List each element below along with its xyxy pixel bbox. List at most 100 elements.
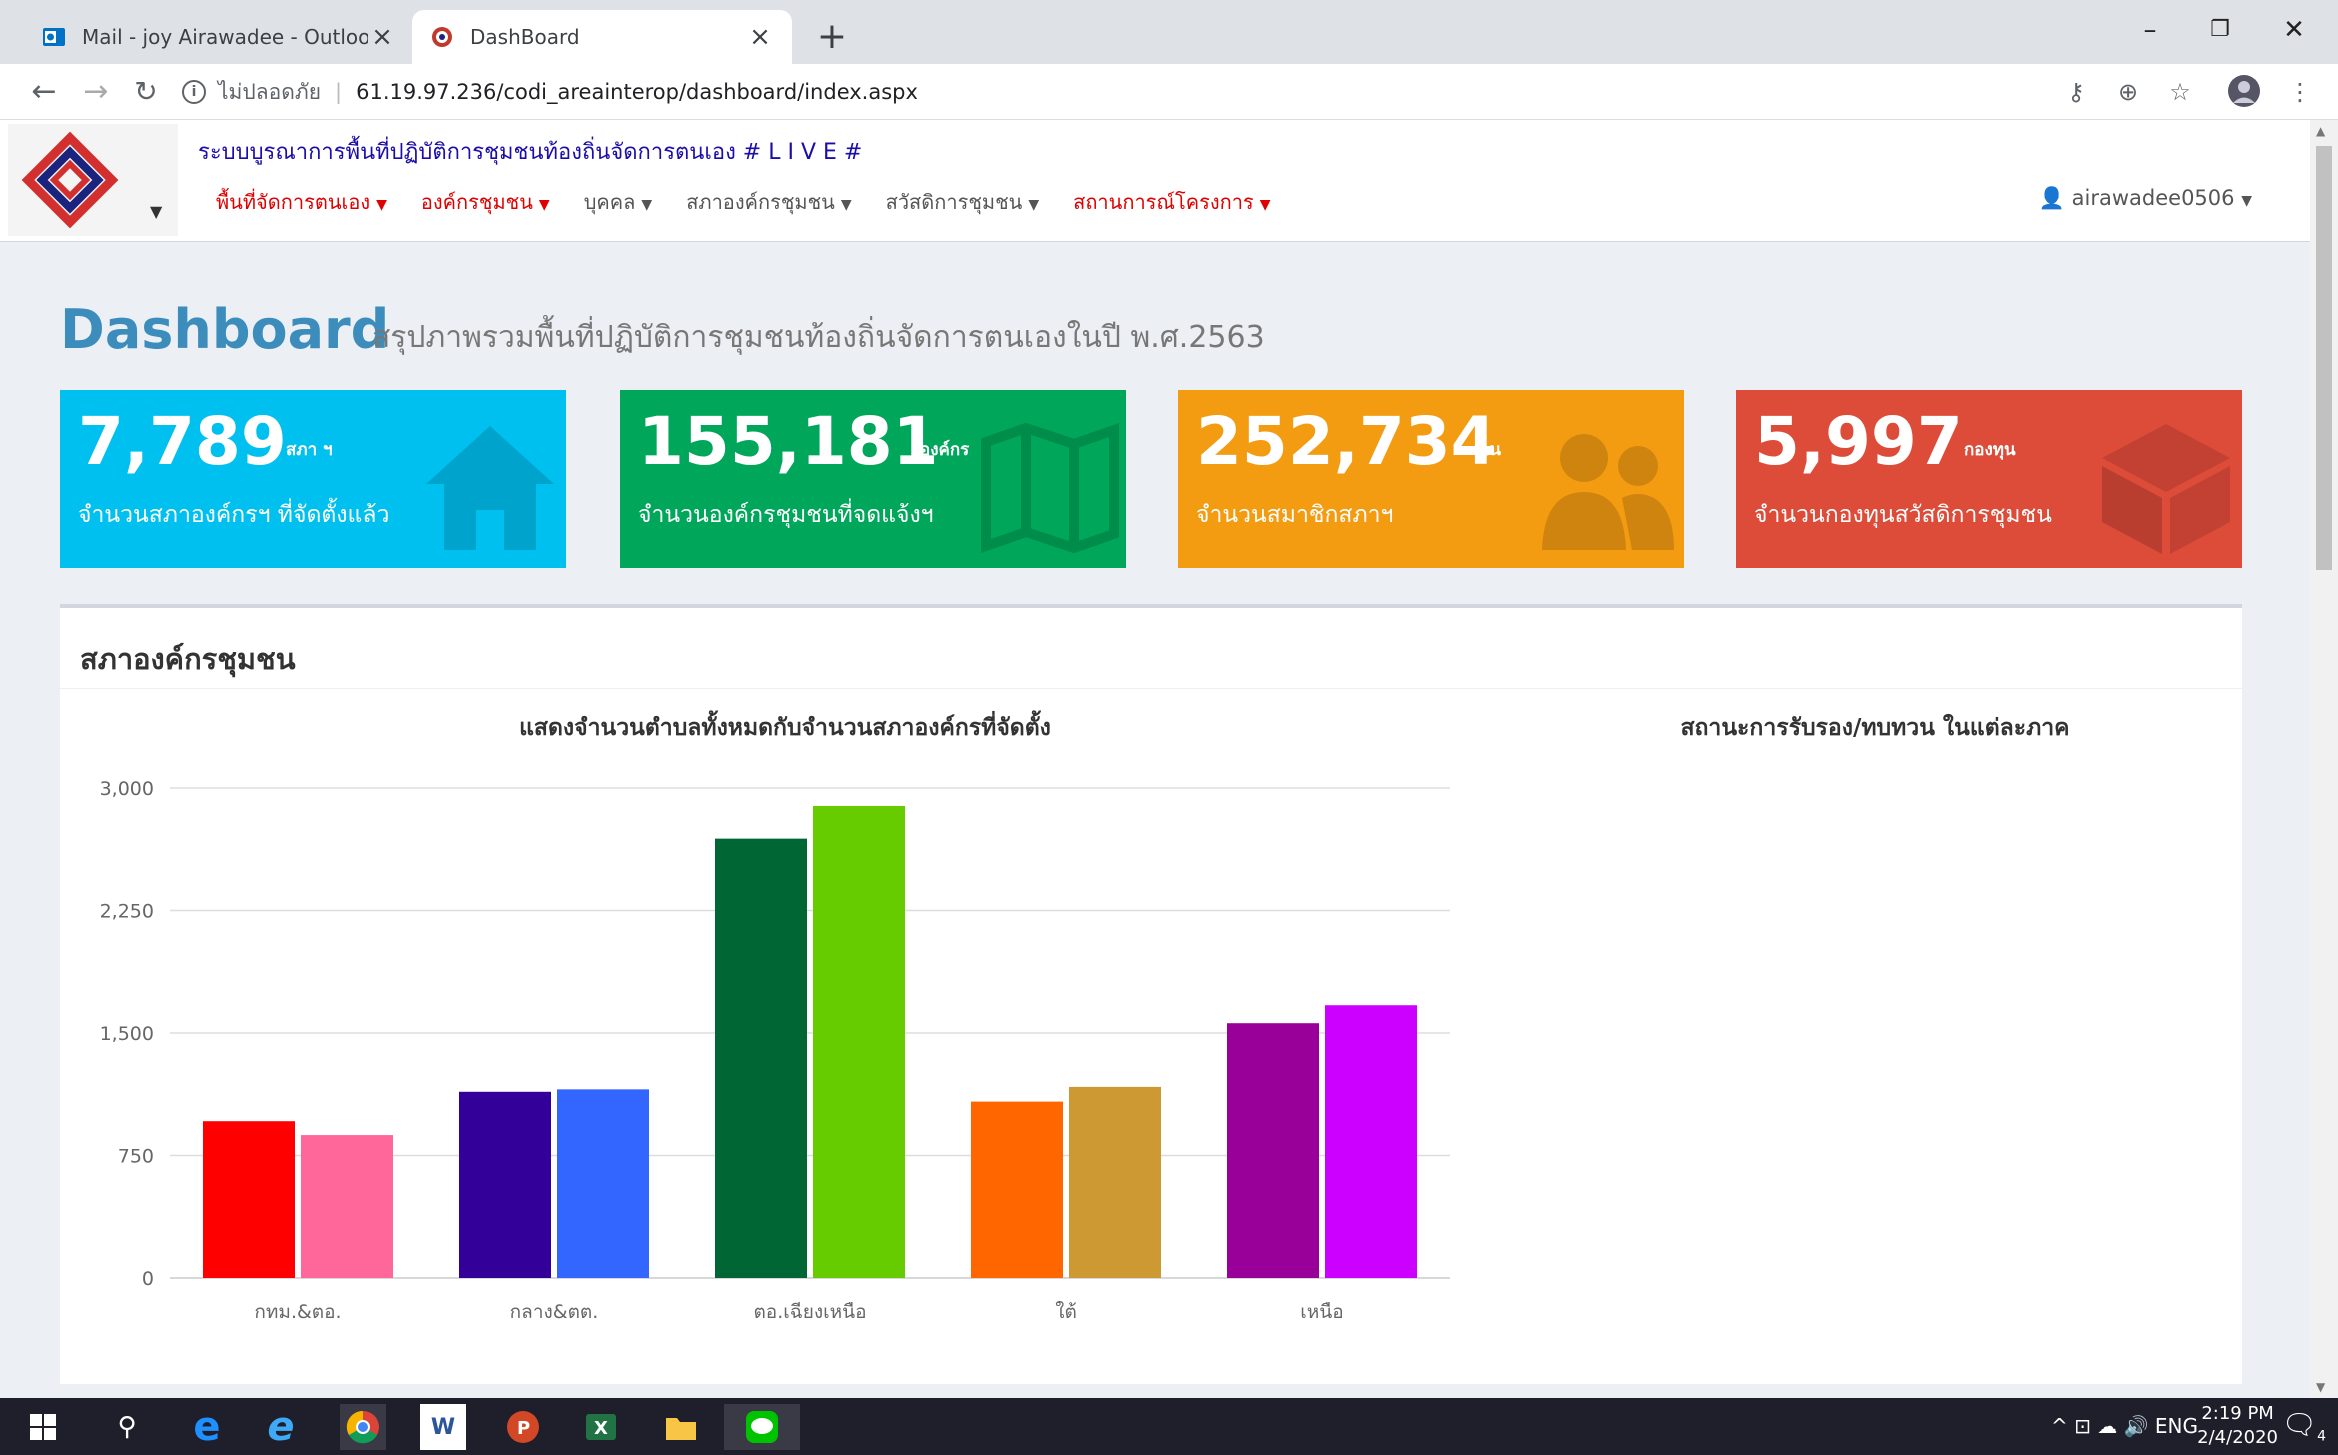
svg-text:P: P	[517, 1418, 530, 1439]
menu-item-3[interactable]: สภาองค์กรชุมชน ▼	[686, 186, 851, 218]
right-chart-title: สถานะการรับรอง/ทบทวน ในแต่ละภาค	[1680, 715, 2070, 741]
chevron-down-icon: ▼	[376, 197, 387, 213]
stat-box-councils[interactable]: 7,789 สภา ฯ จำนวนสภาองค์กรฯ ที่จัดตั้งแล…	[60, 390, 566, 568]
close-icon[interactable]: ×	[368, 22, 396, 52]
stat-box-members[interactable]: 252,734 คน จำนวนสมาชิกสภาฯ	[1178, 390, 1684, 568]
clock-time: 2:19 PM	[2201, 1403, 2274, 1424]
menu-item-0[interactable]: พื้นที่จัดการตนเอง ▼	[216, 186, 387, 218]
y-tick-label: 3,000	[100, 778, 154, 800]
chevron-down-icon: ▼	[1028, 197, 1040, 213]
user-icon: 👤	[2038, 186, 2065, 210]
bar-4-1	[1325, 1005, 1417, 1278]
x-tick-label: ใต้	[1055, 1301, 1077, 1323]
stat-value: 5,997	[1754, 403, 1963, 480]
notification-icon[interactable]: 🗨4	[2282, 1408, 2326, 1445]
site-favicon-icon	[432, 27, 452, 47]
outlook-icon	[43, 28, 65, 46]
stat-label: จำนวนองค์กรชุมชนที่จดแจ้งฯ	[638, 502, 934, 528]
bar-2-1	[813, 805, 905, 1278]
menu-item-label: พื้นที่จัดการตนเอง	[216, 190, 371, 214]
stat-unit: สภา ฯ	[286, 440, 333, 460]
menu-item-label: สวัสดิการชุมชน	[885, 190, 1023, 214]
bar-chart: 0 750 1,500 2,250 3,000 กทม.&ตอ. กลาง&ตต. ตอ.เฉ…	[100, 778, 1450, 1323]
security-label: ไม่ปลอดภัย	[218, 79, 322, 104]
bar-0-1	[301, 1135, 393, 1278]
chevron-down-icon: ▼	[538, 197, 550, 213]
menu-item-label: องค์กรชุมชน	[420, 190, 533, 214]
y-tick-label: 0	[142, 1268, 154, 1290]
system-tray[interactable]: ^ ⊡ ☁ 🔊 ENG	[2051, 1414, 2198, 1438]
word-icon[interactable]: W	[420, 1404, 466, 1450]
edge-icon[interactable]: e	[184, 1404, 230, 1450]
stat-value: 7,789	[78, 403, 287, 480]
cloud-icon[interactable]: ☁	[2097, 1414, 2123, 1438]
powerpoint-icon[interactable]: P	[500, 1404, 546, 1450]
scroll-thumb[interactable]	[2316, 146, 2332, 570]
panel-title: สภาองค์กรชุมชน	[80, 642, 296, 676]
windows-start-icon[interactable]	[20, 1404, 66, 1450]
page-scrollbar[interactable]: ▲ ▼	[2310, 120, 2338, 1398]
stat-box-funds[interactable]: 5,997 กองทุน จำนวนกองทุนสวัสดิการชุมชน	[1736, 390, 2242, 568]
address-bar[interactable]: i ไม่ปลอดภัย | 61.19.97.236/codi_areaint…	[182, 70, 2042, 114]
minimize-button[interactable]: –	[2120, 8, 2180, 52]
menu-item-2[interactable]: บุคคล ▼	[584, 186, 653, 218]
clock[interactable]: 2:19 PM 2/4/2020	[2197, 1402, 2278, 1450]
excel-icon[interactable]: X	[578, 1404, 624, 1450]
star-icon[interactable]: ☆	[2162, 74, 2198, 110]
ie-icon[interactable]: e	[258, 1404, 304, 1450]
y-tick-label: 750	[118, 1146, 154, 1168]
menu-item-5[interactable]: สถานการณ์โครงการ ▼	[1073, 186, 1270, 218]
council-panel: สภาองค์กรชุมชน แสดงจำนวนตำบลทั้งหมดกับจำ…	[60, 604, 2242, 1384]
menu-icon[interactable]: ⋮	[2282, 74, 2318, 110]
notification-count: 4	[2317, 1428, 2326, 1445]
volume-icon[interactable]: 🔊	[2124, 1414, 2155, 1438]
tab-label: DashBoard	[470, 25, 580, 49]
chevron-down-icon: ▼	[1259, 197, 1271, 213]
window-close-button[interactable]: ✕	[2264, 8, 2324, 52]
stat-value: 155,181	[638, 403, 939, 480]
x-tick-label: ตอ.เฉียงเหนือ	[753, 1301, 866, 1323]
x-tick-label: เหนือ	[1300, 1301, 1343, 1323]
chevron-up-icon[interactable]: ^	[2051, 1414, 2068, 1438]
user-menu[interactable]: 👤 airawadee0506 ▼	[2039, 186, 2252, 211]
main-menu: พื้นที่จัดการตนเอง ▼ องค์กรชุมชน ▼ บุคคล ▼ สภา…	[216, 186, 1304, 218]
stat-box-organizations[interactable]: 155,181 องค์กร จำนวนองค์กรชุมชนที่จดแจ้ง…	[620, 390, 1126, 568]
forward-icon[interactable]: →	[74, 70, 118, 114]
zoom-icon[interactable]: ⊕	[2110, 74, 2146, 110]
chevron-down-icon: ▼	[840, 197, 852, 213]
cube-icon	[2102, 424, 2230, 554]
back-icon[interactable]: ←	[22, 70, 66, 114]
browser-tabstrip: Mail - joy Airawadee - Outlook × DashBoa…	[0, 0, 2338, 64]
new-tab-button[interactable]: +	[812, 16, 852, 57]
line-app-icon[interactable]	[724, 1404, 800, 1450]
stat-label: จำนวนสมาชิกสภาฯ	[1196, 502, 1394, 528]
info-icon[interactable]: i	[182, 80, 206, 104]
key-icon[interactable]: ⚷	[2058, 74, 2094, 110]
svg-text:X: X	[594, 1418, 608, 1439]
close-icon[interactable]: ×	[746, 22, 774, 52]
chevron-down-icon[interactable]: ▼	[150, 202, 162, 221]
chrome-icon[interactable]	[340, 1404, 386, 1450]
menu-item-1[interactable]: องค์กรชุมชน ▼	[421, 186, 550, 218]
restore-button[interactable]: ❐	[2190, 8, 2250, 52]
menu-item-4[interactable]: สวัสดิการชุมชน ▼	[886, 186, 1040, 218]
language-indicator[interactable]: ENG	[2155, 1414, 2198, 1438]
home-icon	[426, 426, 554, 550]
scroll-down-icon[interactable]: ▼	[2316, 1380, 2325, 1394]
chevron-down-icon: ▼	[641, 197, 653, 213]
network-icon[interactable]: ⊡	[2074, 1414, 2097, 1438]
clock-date: 2/4/2020	[2197, 1427, 2278, 1448]
menu-item-label: บุคคล	[583, 190, 636, 214]
stat-value: 252,734	[1196, 403, 1497, 480]
search-icon[interactable]: ⚲	[104, 1404, 150, 1450]
profile-avatar[interactable]	[2226, 74, 2262, 110]
scroll-up-icon[interactable]: ▲	[2316, 124, 2325, 138]
tab-outlook[interactable]: Mail - joy Airawadee - Outlook ×	[24, 10, 414, 64]
stat-unit: กองทุน	[1964, 440, 2016, 460]
reload-icon[interactable]: ↻	[124, 70, 168, 114]
panel-divider	[60, 688, 2242, 689]
stat-unit: คน	[1478, 440, 1501, 460]
site-header: ▼ ระบบบูรณาการพื้นที่ปฏิบัติการชุมชนท้อง…	[0, 120, 2310, 242]
file-explorer-icon[interactable]	[658, 1404, 704, 1450]
tab-dashboard[interactable]: DashBoard ×	[412, 10, 792, 64]
